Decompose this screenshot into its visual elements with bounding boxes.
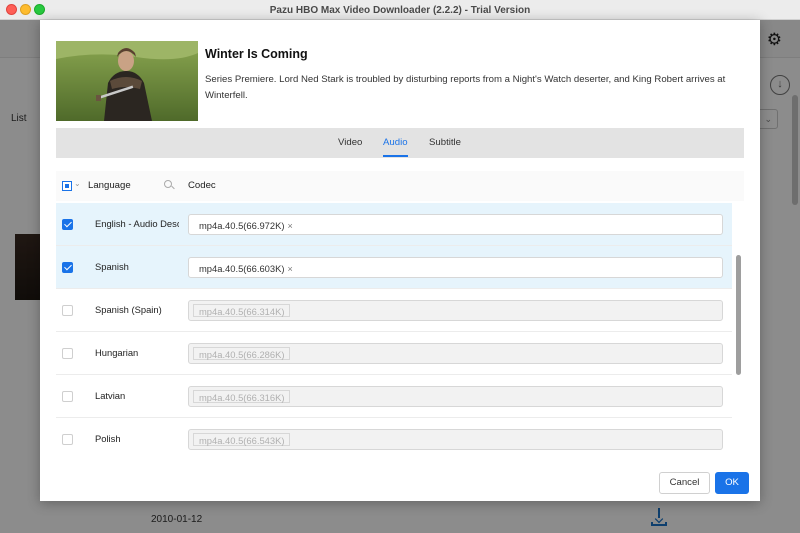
close-window-button[interactable] xyxy=(6,4,17,15)
table-row[interactable]: Polish mp4a.40.5(66.543K) xyxy=(56,418,732,450)
active-tab-indicator xyxy=(383,155,408,157)
tab-video[interactable]: Video xyxy=(338,128,362,158)
codec-select: mp4a.40.5(66.314K) xyxy=(188,300,723,321)
codec-select: mp4a.40.5(66.543K) xyxy=(188,429,723,450)
select-all-checkbox[interactable] xyxy=(62,181,72,191)
window-title: Pazu HBO Max Video Downloader (2.2.2) - … xyxy=(269,5,531,16)
row-language: Polish xyxy=(95,433,121,444)
ok-button[interactable]: OK xyxy=(715,472,749,494)
episode-description: Series Premiere. Lord Ned Stark is troub… xyxy=(205,74,726,101)
table-row[interactable]: Hungarian mp4a.40.5(66.286K) xyxy=(56,332,732,375)
track-selection-dialog: Winter Is Coming Series Premiere. Lord N… xyxy=(40,20,760,501)
episode-thumbnail xyxy=(56,41,198,121)
track-list-scrollbar[interactable] xyxy=(736,255,741,375)
codec-tag: mp4a.40.5(66.603K) × xyxy=(193,261,299,274)
remove-tag-icon[interactable]: × xyxy=(287,264,292,274)
codec-tag-label: mp4a.40.5(66.972K) xyxy=(199,220,285,231)
language-column-header: Language xyxy=(88,180,131,191)
search-icon[interactable] xyxy=(164,180,172,188)
codec-select: mp4a.40.5(66.286K) xyxy=(188,343,723,364)
table-row[interactable]: English - Audio Description mp4a.40.5(66… xyxy=(56,203,732,246)
table-row[interactable]: Spanish (Spain) mp4a.40.5(66.314K) xyxy=(56,289,732,332)
row-language: English - Audio Description xyxy=(95,218,179,229)
maximize-window-button[interactable] xyxy=(34,4,45,15)
codec-select[interactable]: mp4a.40.5(66.972K) × xyxy=(188,214,723,235)
row-language: Spanish (Spain) xyxy=(95,304,162,315)
row-language: Spanish xyxy=(95,261,129,272)
track-tabs: Video Audio Subtitle xyxy=(56,128,744,158)
tab-audio[interactable]: Audio xyxy=(383,128,408,158)
codec-tag: mp4a.40.5(66.314K) xyxy=(193,304,291,317)
row-checkbox[interactable] xyxy=(62,391,73,402)
minimize-window-button[interactable] xyxy=(20,4,31,15)
row-checkbox[interactable] xyxy=(62,262,73,273)
table-header: ⌄ Language Codec xyxy=(56,171,744,201)
episode-title: Winter Is Coming xyxy=(205,47,308,61)
codec-tag-label: mp4a.40.5(66.603K) xyxy=(199,263,285,274)
codec-tag: mp4a.40.5(66.316K) xyxy=(193,390,291,403)
tab-subtitle[interactable]: Subtitle xyxy=(429,128,461,158)
codec-select: mp4a.40.5(66.316K) xyxy=(188,386,723,407)
row-language: Latvian xyxy=(95,390,126,401)
remove-tag-icon[interactable]: × xyxy=(287,221,292,231)
cancel-button[interactable]: Cancel xyxy=(659,472,710,494)
codec-column-header: Codec xyxy=(188,180,216,191)
chevron-down-icon[interactable]: ⌄ xyxy=(74,179,81,188)
row-checkbox[interactable] xyxy=(62,434,73,445)
codec-tag: mp4a.40.5(66.972K) × xyxy=(193,218,299,231)
table-row[interactable]: Spanish mp4a.40.5(66.603K) × xyxy=(56,246,732,289)
codec-select[interactable]: mp4a.40.5(66.603K) × xyxy=(188,257,723,278)
row-checkbox[interactable] xyxy=(62,348,73,359)
codec-tag: mp4a.40.5(66.286K) xyxy=(193,347,291,360)
audio-track-list[interactable]: English - Audio Description mp4a.40.5(66… xyxy=(56,203,732,450)
row-checkbox[interactable] xyxy=(62,305,73,316)
row-checkbox[interactable] xyxy=(62,219,73,230)
row-language: Hungarian xyxy=(95,347,139,358)
codec-tag: mp4a.40.5(66.543K) xyxy=(193,433,291,446)
table-row[interactable]: Latvian mp4a.40.5(66.316K) xyxy=(56,375,732,418)
window-titlebar: Pazu HBO Max Video Downloader (2.2.2) - … xyxy=(0,0,800,20)
